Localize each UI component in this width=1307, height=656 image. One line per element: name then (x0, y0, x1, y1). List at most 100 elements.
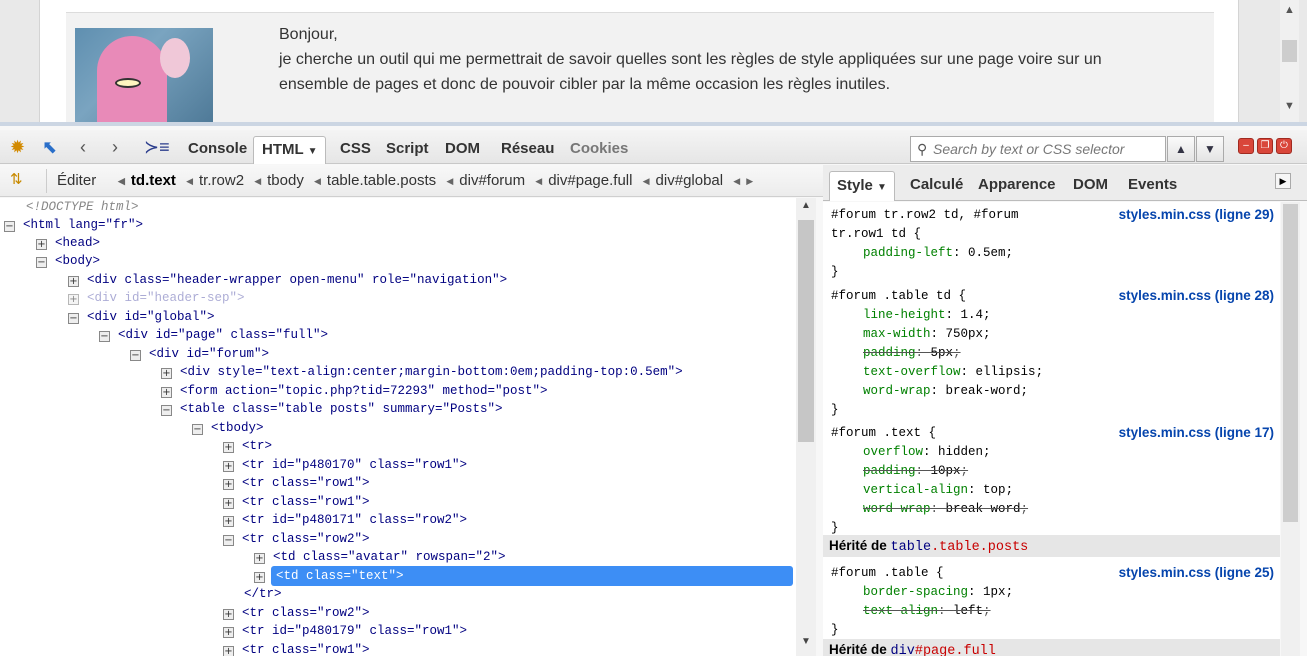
stylesheet-link[interactable]: styles.min.css (ligne 17) (1119, 425, 1274, 440)
tab-cookies[interactable]: Cookies (562, 136, 636, 164)
back-icon[interactable]: ‹ (80, 136, 86, 158)
tab-dom[interactable]: DOM (437, 136, 488, 164)
breadcrumb-item[interactable]: ◀ td.text (118, 169, 176, 193)
selected-tree-node[interactable]: <td class="text"> (271, 566, 793, 586)
detach-icon[interactable]: ❐ (1257, 138, 1273, 154)
expand-icon[interactable]: + (161, 368, 172, 379)
forward-icon[interactable]: › (112, 136, 118, 158)
stylesheet-link[interactable]: styles.min.css (ligne 28) (1119, 288, 1274, 303)
scroll-up-icon[interactable]: ▲ (801, 200, 811, 211)
tree-node[interactable]: − <div id="page" class="full"> (99, 326, 328, 344)
user-avatar[interactable] (75, 28, 213, 122)
tree-node[interactable]: − <tbody> (192, 419, 264, 437)
tab-style[interactable]: Style ▼ (829, 171, 895, 201)
tree-node[interactable]: + <form action="topic.php?tid=72293" meth… (161, 382, 548, 400)
page-scrollbar[interactable]: ▲ ▼ (1280, 0, 1299, 122)
tree-node[interactable]: − <body> (36, 252, 100, 270)
tree-scrollbar[interactable]: ▲ ▼ (796, 198, 816, 656)
overridden-property[interactable]: padding: 10px; (831, 462, 968, 481)
collapse-icon[interactable]: − (161, 405, 172, 416)
panel-menu-icon[interactable]: ▶ (1275, 173, 1291, 189)
overridden-property[interactable]: text-align: left; (831, 602, 991, 621)
breadcrumb-item[interactable]: ◀ tbody (254, 169, 304, 193)
expand-icon[interactable]: + (254, 553, 265, 564)
tree-node[interactable]: + <head> (36, 234, 100, 252)
overridden-property[interactable]: padding: 5px; (831, 344, 961, 363)
inherited-tag-link[interactable]: table (891, 540, 932, 555)
css-property[interactable]: vertical-align: top; (831, 481, 1013, 500)
collapse-icon[interactable]: − (223, 535, 234, 546)
tree-node[interactable]: + <tr class="row2"> (223, 604, 370, 622)
tab-console[interactable]: Console (180, 136, 255, 164)
dropdown-arrow-icon[interactable]: ▼ (877, 182, 887, 193)
search-input[interactable]: ⚲ Search by text or CSS selector (910, 136, 1166, 162)
collapse-icon[interactable]: − (36, 257, 47, 268)
expand-icon[interactable]: + (68, 276, 79, 287)
tab-dom-side[interactable]: DOM (1066, 171, 1115, 201)
collapse-icon[interactable]: − (130, 350, 141, 361)
tab-html[interactable]: HTML ▼ (253, 136, 327, 164)
expand-collapse-icon[interactable]: ⇅ (10, 170, 23, 188)
css-property[interactable]: word-wrap: break-word; (831, 382, 1028, 401)
tree-node[interactable]: + <tr> (223, 437, 272, 455)
tree-node[interactable]: + <tr class="row1"> (223, 474, 370, 492)
edit-button[interactable]: Éditer (46, 169, 106, 193)
tree-node[interactable]: + <div class="header-wrapper open-menu" r… (68, 271, 507, 289)
inherited-tag-link[interactable]: div (891, 644, 915, 656)
tree-node[interactable]: + <td class="avatar" rowspan="2"> (254, 548, 506, 566)
tree-node[interactable]: + <div id="header-sep"> (68, 289, 245, 307)
breadcrumb-item[interactable]: ◀ div#forum (446, 169, 525, 193)
css-property[interactable]: padding-left: 0.5em; (831, 244, 1013, 263)
firebug-bug-icon[interactable]: ✹ (10, 136, 25, 158)
css-property[interactable]: line-height: 1.4; (831, 306, 991, 325)
dropdown-arrow-icon[interactable]: ▼ (308, 146, 318, 157)
scroll-thumb[interactable] (1283, 204, 1298, 522)
command-line-icon[interactable]: ≻≡ (144, 136, 170, 158)
css-property[interactable]: overflow: hidden; (831, 443, 991, 462)
collapse-icon[interactable]: − (68, 313, 79, 324)
tree-node[interactable]: − <html lang="fr"> (4, 216, 143, 234)
search-prev-button[interactable]: ▲ (1167, 136, 1195, 162)
tree-node[interactable]: + <tr id="p480179" class="row1"> (223, 622, 467, 640)
breadcrumb-more-icon[interactable]: ◀ ▶ (733, 169, 759, 193)
tab-reseau[interactable]: Réseau (493, 136, 562, 164)
expand-icon[interactable]: + (36, 239, 47, 250)
collapse-icon[interactable]: − (4, 221, 15, 232)
stylesheet-link[interactable]: styles.min.css (ligne 25) (1119, 565, 1274, 580)
tree-node[interactable]: + <tr id="p480170" class="row1"> (223, 456, 467, 474)
close-firebug-icon[interactable]: ⏻ (1276, 138, 1292, 154)
tab-calcule[interactable]: Calculé (903, 171, 970, 201)
tab-script[interactable]: Script (378, 136, 437, 164)
scroll-thumb[interactable] (1282, 40, 1297, 62)
expand-icon[interactable]: + (223, 442, 234, 453)
breadcrumb-item[interactable]: ◀ div#global (643, 169, 723, 193)
breadcrumb-item[interactable]: ◀ table.table.posts (314, 169, 436, 193)
overridden-property[interactable]: word-wrap: break-word; (831, 500, 1028, 519)
expand-icon[interactable]: + (223, 498, 234, 509)
inspect-pointer-icon[interactable]: ⬉ (42, 136, 57, 158)
stylesheet-link[interactable]: styles.min.css (ligne 29) (1119, 207, 1274, 222)
scroll-down-icon[interactable]: ▼ (1284, 100, 1295, 112)
expand-icon[interactable]: + (223, 479, 234, 490)
tree-node[interactable]: − <div id="forum"> (130, 345, 269, 363)
css-property[interactable]: border-spacing: 1px; (831, 583, 1013, 602)
search-next-button[interactable]: ▼ (1196, 136, 1224, 162)
collapse-icon[interactable]: − (99, 331, 110, 342)
scroll-up-icon[interactable]: ▲ (1284, 4, 1295, 16)
expand-icon[interactable]: + (223, 646, 234, 656)
tab-apparence[interactable]: Apparence (971, 171, 1063, 201)
expand-icon[interactable]: + (254, 572, 265, 583)
expand-icon[interactable]: + (223, 516, 234, 527)
expand-icon[interactable]: + (223, 609, 234, 620)
tree-node[interactable]: − <div id="global"> (68, 308, 215, 326)
minimize-icon[interactable]: – (1238, 138, 1254, 154)
expand-icon[interactable]: + (223, 627, 234, 638)
tree-node[interactable]: + <tr class="row1"> (223, 493, 370, 511)
breadcrumb-item[interactable]: ◀ div#page.full (535, 169, 632, 193)
css-property[interactable]: text-overflow: ellipsis; (831, 363, 1043, 382)
styles-scrollbar[interactable] (1281, 202, 1300, 656)
tab-css[interactable]: CSS (332, 136, 379, 164)
tree-node[interactable]: + <tr class="row1"> (223, 641, 370, 656)
expand-icon[interactable]: + (223, 461, 234, 472)
breadcrumb-item[interactable]: ◀ tr.row2 (186, 169, 244, 193)
